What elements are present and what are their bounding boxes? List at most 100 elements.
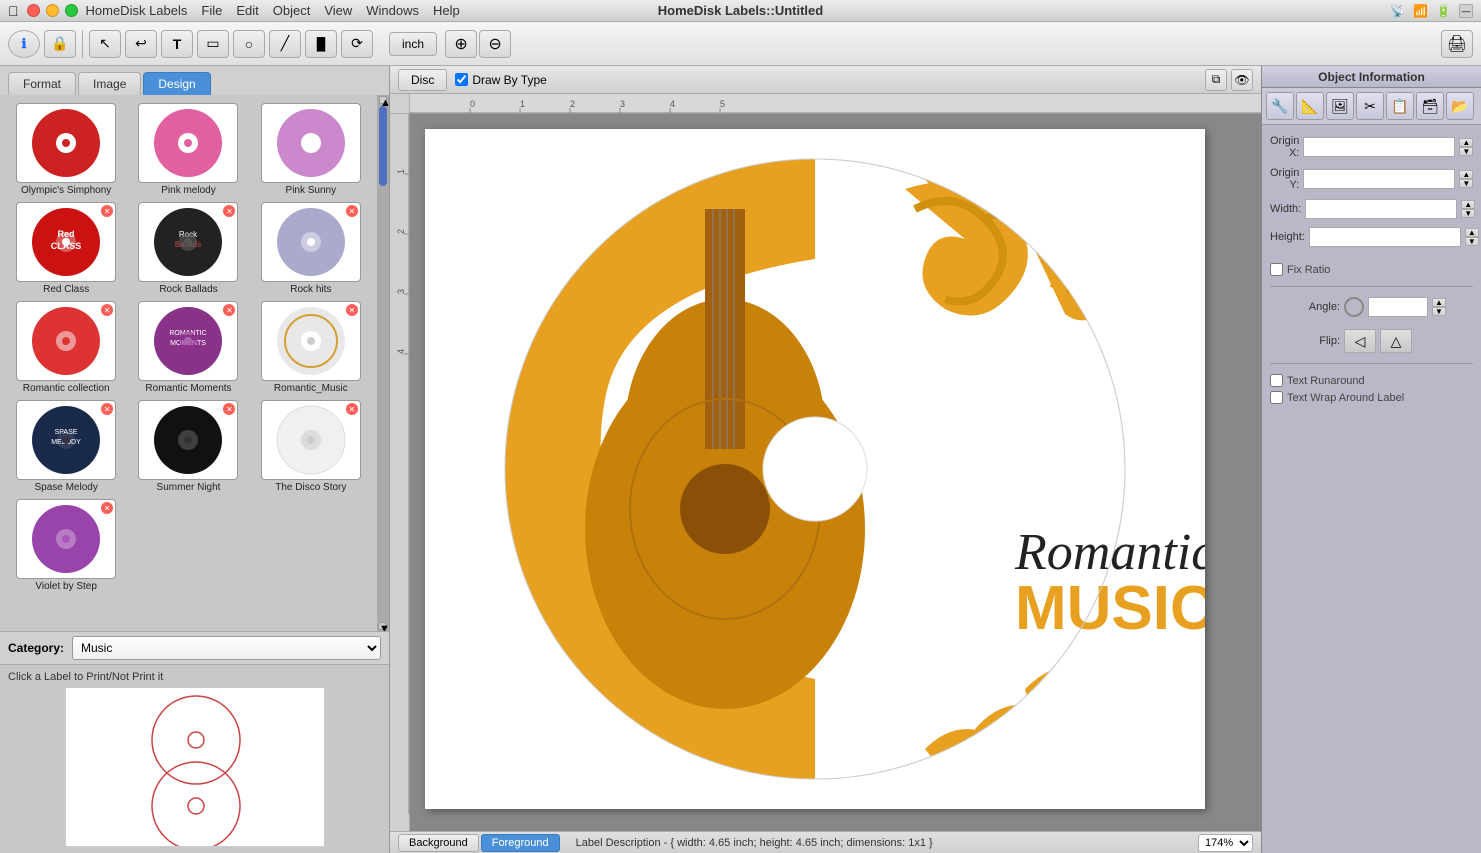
thumb-label-spase-melody: Spase Melody	[34, 482, 97, 493]
tab-design[interactable]: Design	[143, 72, 210, 95]
origin-x-input[interactable]	[1303, 137, 1455, 157]
text-runaround-checkbox[interactable]	[1270, 374, 1283, 387]
barcode-tool-btn[interactable]: ▐▌	[305, 30, 337, 58]
menu-windows[interactable]: Windows	[366, 3, 419, 18]
line-tool-btn[interactable]: ╱	[269, 30, 301, 58]
object-tool-icons: 🔧 📐 🖼 ✂ 📋 🗃 📂	[1262, 88, 1481, 125]
thumb-rock-hits[interactable]: ✕ Rock hits	[253, 202, 369, 295]
close-rock-hits[interactable]: ✕	[346, 205, 358, 217]
layer-icon-2[interactable]: 👁	[1231, 69, 1253, 91]
flip-v-btn[interactable]: △	[1380, 329, 1412, 353]
width-label: Width:	[1270, 203, 1301, 215]
thumb-rock-ballads[interactable]: ✕ RockBallads Rock Ballads	[130, 202, 246, 295]
fix-ratio-checkbox[interactable]	[1270, 263, 1283, 276]
rp-icon-5[interactable]: 📋	[1386, 92, 1414, 120]
disc-button[interactable]: Disc	[398, 69, 447, 91]
fix-ratio-label: Fix Ratio	[1287, 264, 1330, 276]
angle-row: Angle: ▲ ▼	[1270, 297, 1473, 317]
origin-x-stepper: ▲ ▼	[1459, 138, 1473, 156]
thumb-label-pink-sunny: Pink Sunny	[286, 185, 337, 196]
origin-x-up[interactable]: ▲	[1459, 138, 1473, 147]
rp-icon-2[interactable]: 📐	[1296, 92, 1324, 120]
rect-tool-btn[interactable]: ▭	[197, 30, 229, 58]
angle-input[interactable]	[1368, 297, 1428, 317]
height-down[interactable]: ▼	[1465, 237, 1479, 246]
thumb-spase-melody[interactable]: ✕ SPASEMELODY Spase Melody	[8, 400, 124, 493]
thumb-romantic-collection[interactable]: ✕ Romantic collection	[8, 301, 124, 394]
rp-icon-4[interactable]: ✂	[1356, 92, 1384, 120]
tab-format[interactable]: Format	[8, 72, 76, 95]
minimize-button[interactable]	[46, 4, 59, 17]
canvas-scroll-area[interactable]: 1 2 3 4	[390, 114, 1261, 831]
svg-text:2: 2	[570, 99, 575, 109]
origin-y-up[interactable]: ▲	[1459, 170, 1473, 179]
tab-image[interactable]: Image	[78, 72, 141, 95]
thumb-summer-night[interactable]: ✕ Summer Night	[130, 400, 246, 493]
foreground-tab-btn[interactable]: Foreground	[481, 834, 560, 852]
height-input[interactable]	[1309, 227, 1461, 247]
text-runaround-label: Text Runaround	[1287, 375, 1365, 387]
disc-canvas[interactable]: Romantic MUSIC	[425, 129, 1205, 809]
width-up[interactable]: ▲	[1461, 200, 1475, 209]
angle-up[interactable]: ▲	[1432, 298, 1446, 307]
ellipse-tool-btn[interactable]: ○	[233, 30, 265, 58]
origin-y-input[interactable]	[1303, 169, 1455, 189]
rp-icon-1[interactable]: 🔧	[1266, 92, 1294, 120]
height-up[interactable]: ▲	[1465, 228, 1479, 237]
menu-edit[interactable]: Edit	[236, 3, 258, 18]
canvas-content[interactable]: Romantic MUSIC	[410, 114, 1261, 831]
menu-view[interactable]: View	[324, 3, 352, 18]
thumbnails-scrollbar[interactable]: ▲ ▼	[377, 95, 389, 631]
rp-icon-6[interactable]: 🗃	[1416, 92, 1444, 120]
zoom-in-btn[interactable]: ⊕	[445, 30, 477, 58]
layer-icon-1[interactable]: ⧉	[1205, 69, 1227, 91]
thumb-romantic-music[interactable]: ✕ Romantic_Music	[253, 301, 369, 394]
close-romantic-music[interactable]: ✕	[346, 304, 358, 316]
menu-homedisk[interactable]: HomeDisk Labels	[86, 3, 188, 18]
zoom-level-select[interactable]: 174% 100% 150% 200%	[1198, 834, 1253, 852]
text-wrap-checkbox[interactable]	[1270, 391, 1283, 404]
thumb-label-rock-ballads: Rock Ballads	[159, 284, 217, 295]
rotate-tool-btn[interactable]: ⟳	[341, 30, 373, 58]
zoom-out-btn[interactable]: ⊖	[479, 30, 511, 58]
text-tool-btn[interactable]: T	[161, 30, 193, 58]
print-btn[interactable]: 🖨	[1441, 30, 1473, 58]
zoom-window-button[interactable]	[65, 4, 78, 17]
thumb-romantic-moments[interactable]: ✕ ROMANTICMOMENTS Romantic Moments	[130, 301, 246, 394]
thumb-grid: Olympic's Simphony Pink melody	[8, 103, 369, 592]
info-btn[interactable]: ℹ	[8, 30, 40, 58]
minimize-win-btn[interactable]: —	[1459, 4, 1473, 18]
origin-y-down[interactable]: ▼	[1459, 179, 1473, 188]
rp-icon-7[interactable]: 📂	[1446, 92, 1474, 120]
angle-down[interactable]: ▼	[1432, 307, 1446, 316]
origin-x-down[interactable]: ▼	[1459, 147, 1473, 156]
thumb-img-romantic-music: ✕	[261, 301, 361, 381]
menu-object[interactable]: Object	[273, 3, 311, 18]
flip-h-btn[interactable]: ◁	[1344, 329, 1376, 353]
thumb-red-class[interactable]: ✕ RedCLASS Red Class	[8, 202, 124, 295]
width-input[interactable]	[1305, 199, 1457, 219]
width-down[interactable]: ▼	[1461, 209, 1475, 218]
close-disco-story[interactable]: ✕	[346, 403, 358, 415]
thumb-olympics[interactable]: Olympic's Simphony	[8, 103, 124, 196]
background-tab-btn[interactable]: Background	[398, 834, 479, 852]
menu-help[interactable]: Help	[433, 3, 460, 18]
thumb-pink-sunny[interactable]: Pink Sunny	[253, 103, 369, 196]
angle-circle[interactable]	[1344, 297, 1364, 317]
draw-by-type-checkbox[interactable]	[455, 73, 468, 86]
lock-btn[interactable]: 🔒	[44, 30, 76, 58]
category-select[interactable]: Music Movies Photos Data Other	[72, 636, 381, 660]
unit-button[interactable]: inch	[389, 32, 437, 56]
width-row: Width: ▲ ▼	[1270, 199, 1473, 219]
menu-file[interactable]: File	[201, 3, 222, 18]
thumb-pink-melody[interactable]: Pink melody	[130, 103, 246, 196]
close-button[interactable]	[27, 4, 40, 17]
svg-text:2: 2	[396, 229, 406, 234]
rp-icon-3[interactable]: 🖼	[1326, 92, 1354, 120]
apple-menu-icon[interactable]: 	[8, 3, 19, 19]
select-tool-btn[interactable]: ↖	[89, 30, 121, 58]
canvas-layer-icons: ⧉ 👁	[1205, 69, 1253, 91]
thumb-violet[interactable]: ✕ Violet by Step	[8, 499, 124, 592]
thumb-disco-story[interactable]: ✕ The Disco Story	[253, 400, 369, 493]
undo-btn[interactable]: ↩	[125, 30, 157, 58]
